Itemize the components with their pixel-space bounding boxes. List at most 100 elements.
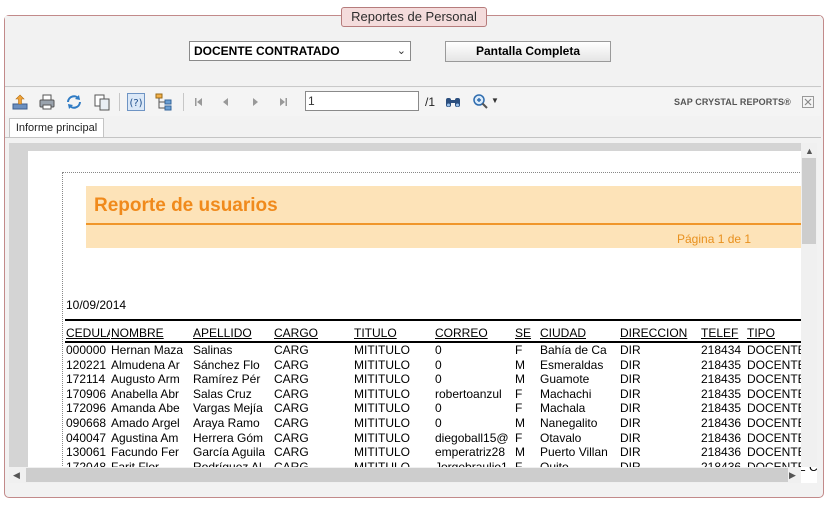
toolbar-separator: [183, 93, 184, 111]
cell-direccion: DIR: [620, 343, 641, 357]
column-header-direccion: DIRECCION: [620, 326, 688, 340]
fullscreen-button[interactable]: Pantalla Completa: [445, 41, 611, 62]
cell-cargo: CARG: [274, 416, 309, 430]
cell-cedula: 040047: [66, 430, 107, 445]
cell-titulo: MITITULO: [354, 430, 410, 445]
scroll-right-icon[interactable]: ▶: [789, 470, 796, 481]
cell-telefono: 218436: [701, 445, 742, 460]
cell-telefono: 218435: [701, 401, 742, 416]
cell-titulo: MITITULO: [354, 416, 410, 430]
divider: [5, 86, 821, 87]
cell-cargo: CARG: [274, 372, 309, 387]
vertical-scroll-thumb[interactable]: [802, 158, 816, 244]
cell-titulo: MITITULO: [354, 386, 410, 401]
cell-titulo: MITITULO: [354, 445, 410, 460]
cell-apellido: García Aguila: [193, 445, 266, 460]
cell-cargo: CARG: [274, 445, 309, 460]
page-total: /1: [425, 95, 436, 109]
tab-strip-line: [5, 137, 821, 138]
page-indicator: Página 1 de 1: [677, 232, 752, 246]
cell-correo: 0: [435, 372, 442, 387]
refresh-icon[interactable]: [65, 93, 83, 111]
find-icon[interactable]: [444, 93, 462, 111]
scroll-left-icon[interactable]: ◀: [13, 470, 20, 481]
cell-correo: 0: [435, 416, 442, 430]
cell-correo: 0: [435, 343, 442, 357]
cell-titulo: MITITULO: [354, 401, 410, 416]
cell-ciudad: Guamote: [540, 372, 590, 387]
toolbar-separator: [119, 93, 120, 111]
role-select[interactable]: DOCENTE CONTRATADO ⌄: [189, 41, 411, 61]
horizontal-scroll-thumb[interactable]: [26, 468, 788, 482]
cell-ciudad: Machala: [540, 401, 586, 416]
report-date: 10/09/2014: [66, 298, 127, 312]
report-viewport: Reporte de usuarios Página 1 de 1 10/09/…: [9, 143, 817, 483]
cell-direccion: DIR: [620, 372, 641, 387]
role-select-value: DOCENTE CONTRATADO: [194, 44, 340, 58]
cell-cargo: CARG: [274, 430, 309, 445]
column-header-cargo: CARGO: [274, 326, 319, 340]
print-icon[interactable]: [38, 93, 56, 111]
close-icon[interactable]: [802, 96, 814, 108]
cell-nombre: Amanda Abe: [111, 401, 180, 416]
cell-correo: robertoanzul: [435, 386, 502, 401]
zoom-icon[interactable]: [472, 93, 490, 111]
cell-telefono: 218435: [701, 372, 742, 387]
prev-page-icon[interactable]: [217, 93, 235, 111]
cell-apellido: Salas Cruz: [193, 386, 252, 401]
cell-apellido: Sánchez Flo: [193, 357, 260, 372]
cell-telefono: 218436: [701, 416, 742, 430]
cell-cedula: 130061: [66, 445, 107, 460]
cell-cargo: CARG: [274, 357, 309, 372]
copy-icon[interactable]: [93, 93, 111, 111]
group-tree-icon[interactable]: [155, 93, 173, 111]
last-page-icon[interactable]: [274, 93, 292, 111]
cell-direccion: DIR: [620, 416, 641, 430]
cell-correo: emperatriz28: [435, 445, 506, 460]
cell-telefono: 218434: [701, 343, 742, 357]
cell-ciudad: Puerto Villan: [540, 445, 608, 460]
cell-cargo: CARG: [274, 401, 309, 416]
cell-telefono: 218435: [701, 357, 742, 372]
cell-direccion: DIR: [620, 357, 641, 372]
cell-direccion: DIR: [620, 430, 641, 445]
cell-apellido: Vargas Mejía: [193, 401, 263, 416]
cell-cedula: 172114: [66, 372, 106, 387]
cell-correo: diegoball15@: [435, 430, 509, 445]
cell-sexo: M: [515, 445, 525, 460]
report-title: Reporte de usuarios: [94, 195, 278, 216]
cell-cedula: 172096: [66, 401, 107, 416]
cell-apellido: Herrera Góm: [193, 430, 264, 445]
column-header-titulo: TITULO: [354, 326, 397, 340]
cell-titulo: MITITULO: [354, 343, 410, 357]
cell-sexo: F: [515, 401, 523, 416]
column-header-telefono: TELEF: [701, 326, 739, 340]
export-icon[interactable]: [11, 93, 29, 111]
cell-sexo: M: [515, 372, 525, 387]
scroll-up-icon[interactable]: ▲: [805, 146, 814, 156]
column-header-nombre: NOMBRE: [111, 326, 164, 340]
help-icon[interactable]: (?): [127, 93, 145, 111]
panel-title: Reportes de Personal: [341, 7, 487, 27]
cell-ciudad: Bahía de Ca: [540, 343, 607, 357]
cell-telefono: 218435: [701, 386, 742, 401]
cell-cedula: 090668: [66, 416, 107, 430]
cell-cargo: CARG: [274, 343, 309, 357]
cell-nombre: Augusto Arm: [111, 372, 180, 387]
cell-correo: 0: [435, 357, 442, 372]
cell-sexo: F: [515, 343, 523, 357]
column-header-cedula: CEDULA: [66, 326, 110, 340]
cell-sexo: M: [515, 416, 525, 430]
cell-cargo: CARG: [274, 386, 309, 401]
page-number-input[interactable]: 1: [305, 91, 419, 111]
next-page-icon[interactable]: [246, 93, 264, 111]
zoom-dropdown-icon[interactable]: ▼: [491, 96, 499, 105]
cell-direccion: DIR: [620, 386, 641, 401]
cell-sexo: F: [515, 386, 523, 401]
cell-cedula: 120221: [66, 357, 107, 372]
header-rule: [86, 223, 806, 225]
cell-nombre: Facundo Fer: [111, 445, 180, 460]
first-page-icon[interactable]: [190, 93, 208, 111]
cell-ciudad: Esmeraldas: [540, 357, 604, 372]
tab-main-report[interactable]: Informe principal: [9, 118, 104, 138]
